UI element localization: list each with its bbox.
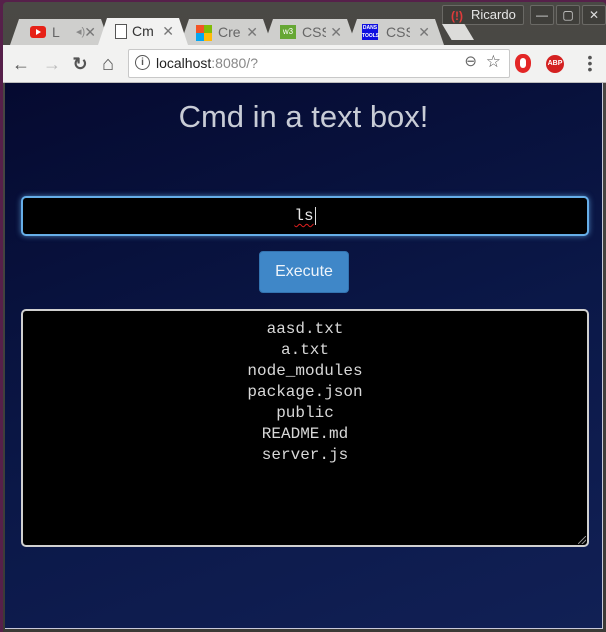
forward-button[interactable]: → xyxy=(41,53,63,75)
tab-danstools-css[interactable]: DANSTOOLS CSS ✕ xyxy=(348,19,444,45)
output-line: aasd.txt xyxy=(266,320,344,338)
execute-button[interactable]: Execute xyxy=(259,251,349,293)
youtube-icon xyxy=(30,26,46,38)
page-content: Cmd in a text box! ls Execute aasd.txt a… xyxy=(5,83,603,629)
address-bar[interactable]: i localhost:8080/? ⊖ ☆ xyxy=(128,49,510,78)
zoom-icon[interactable]: ⊖ xyxy=(464,52,477,70)
info-icon[interactable]: i xyxy=(135,55,150,70)
tab-cmd[interactable]: Cm ✕ xyxy=(98,18,188,45)
tab-title: Cm xyxy=(132,23,154,39)
command-value: ls xyxy=(294,207,314,225)
w3c-icon: w3 xyxy=(280,25,296,39)
tab-title: CSS xyxy=(302,24,322,40)
tab-strip: L ◂) ✕ Cm ✕ Cre ✕ w3 CSS ✕ DANSTOOLS CSS… xyxy=(0,15,606,45)
tab-w3-css[interactable]: w3 CSS ✕ xyxy=(264,19,356,45)
close-tab-icon[interactable]: ✕ xyxy=(418,19,430,45)
resize-handle[interactable] xyxy=(578,536,586,544)
page-icon xyxy=(115,24,127,39)
tab-microsoft[interactable]: Cre ✕ xyxy=(180,19,272,45)
text-caret xyxy=(314,206,316,225)
close-tab-icon[interactable]: ✕ xyxy=(246,19,258,45)
bookmark-star-icon[interactable]: ☆ xyxy=(486,52,501,72)
output-line: package.json xyxy=(247,383,363,401)
output-line: public xyxy=(276,404,334,422)
output-line: a.txt xyxy=(280,341,329,359)
output-line: node_modules xyxy=(247,362,363,380)
reload-button[interactable]: ↻ xyxy=(69,53,91,75)
tab-title: L xyxy=(52,24,60,40)
output-textarea[interactable]: aasd.txt a.txt node_modules package.json… xyxy=(21,309,589,547)
close-tab-icon[interactable]: ✕ xyxy=(84,19,96,45)
tab-title: CSS xyxy=(386,24,406,40)
page-title: Cmd in a text box! xyxy=(178,99,429,134)
browser-menu-button[interactable]: • • • xyxy=(587,50,593,76)
tab-youtube[interactable]: L ◂) ✕ xyxy=(10,19,110,45)
stop-extension-icon[interactable] xyxy=(515,54,531,73)
browser-toolbar: ← → ↻ ⌂ i localhost:8080/? ⊖ ☆ ABP • • • xyxy=(3,45,606,83)
url-text[interactable]: localhost:8080/? xyxy=(156,50,258,77)
output-line: server.js xyxy=(261,446,349,464)
adblock-plus-icon[interactable]: ABP xyxy=(546,55,564,73)
back-button[interactable]: ← xyxy=(10,53,32,75)
close-tab-icon[interactable]: ✕ xyxy=(330,19,342,45)
new-tab-button[interactable] xyxy=(442,24,474,40)
command-input[interactable]: ls xyxy=(21,196,589,236)
output-line: README.md xyxy=(261,425,349,443)
microsoft-icon xyxy=(196,25,212,41)
home-button[interactable]: ⌂ xyxy=(97,53,119,75)
close-tab-icon[interactable]: ✕ xyxy=(162,18,174,44)
url-port-path: :8080/? xyxy=(211,55,258,71)
url-host: localhost xyxy=(156,55,212,71)
danstools-icon: DANS TOOLS xyxy=(362,25,380,39)
tab-title: Cre xyxy=(218,24,241,40)
